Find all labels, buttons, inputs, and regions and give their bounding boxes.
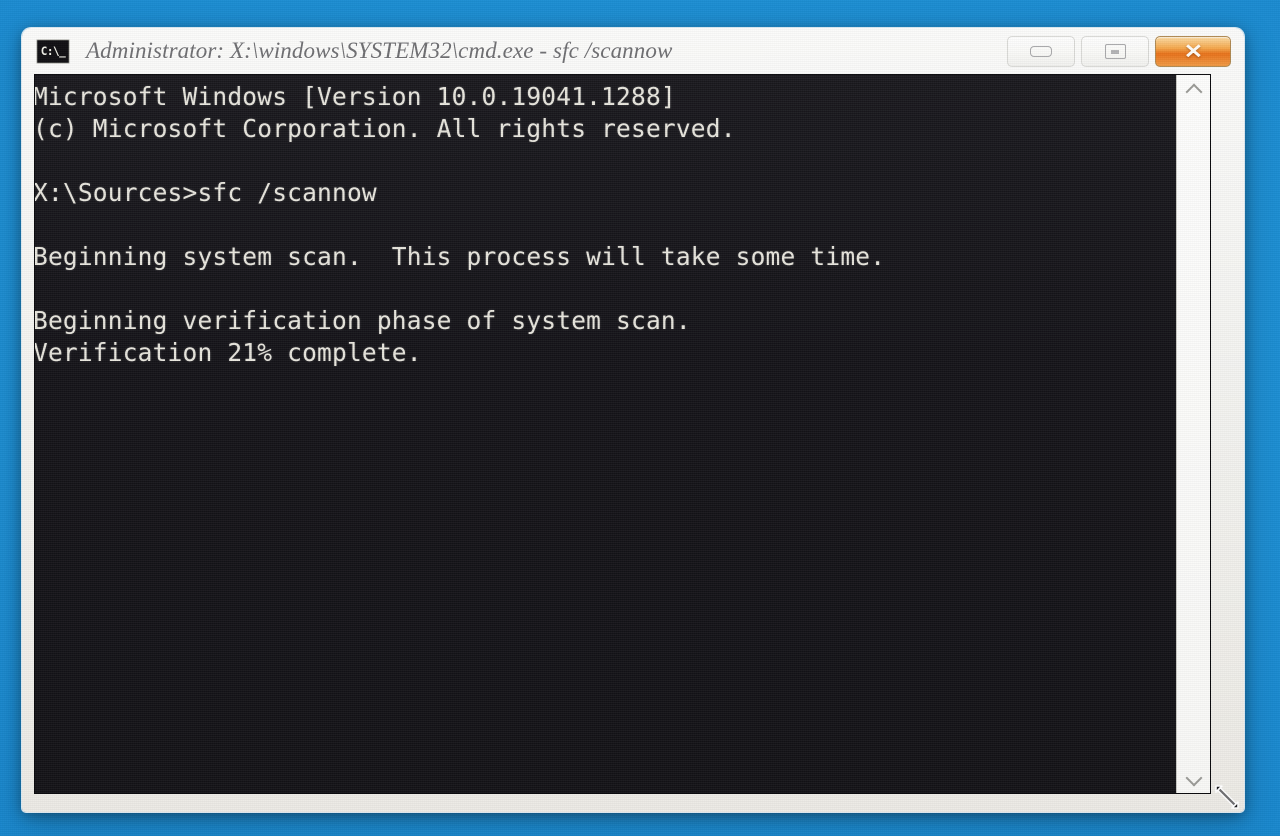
minimize-button[interactable]: [1007, 36, 1075, 67]
window-controls: ✕: [1007, 36, 1231, 67]
window-title-bar[interactable]: C:\_ Administrator: X:\windows\SYSTEM32\…: [22, 28, 1244, 74]
close-icon: ✕: [1183, 40, 1203, 63]
scroll-up-icon[interactable]: [1185, 84, 1203, 96]
cmd-icon-text: C:\_: [40, 44, 66, 58]
maximize-icon: [1104, 44, 1126, 59]
window-title: Administrator: X:\windows\SYSTEM32\cmd.e…: [86, 38, 673, 63]
console-text: Microsoft Windows [Version 10.0.19041.12…: [35, 82, 886, 367]
desktop-background: C:\_ Administrator: X:\windows\SYSTEM32\…: [0, 0, 1280, 836]
console-output[interactable]: Microsoft Windows [Version 10.0.19041.12…: [35, 75, 1176, 793]
resize-grip-icon[interactable]: [1212, 782, 1242, 812]
maximize-button[interactable]: [1081, 36, 1149, 67]
close-button[interactable]: ✕: [1155, 36, 1231, 67]
console-area[interactable]: Microsoft Windows [Version 10.0.19041.12…: [35, 75, 1210, 793]
minimize-icon: [1030, 46, 1052, 57]
cmd-prompt-icon: C:\_: [36, 38, 70, 64]
scroll-down-icon[interactable]: [1185, 772, 1203, 784]
console-scrollbar[interactable]: [1176, 75, 1210, 793]
command-prompt-window[interactable]: C:\_ Administrator: X:\windows\SYSTEM32\…: [22, 28, 1244, 812]
